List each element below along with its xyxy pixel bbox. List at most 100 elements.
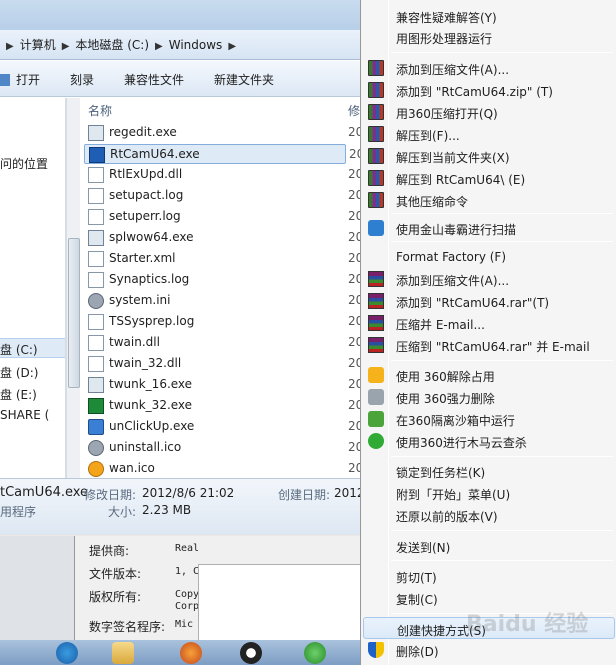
menu-add-to-archive-360[interactable]: 添加到压缩文件(A)... [361,57,616,79]
taskbar-360-icon[interactable] [304,642,326,664]
menu-format-factory[interactable]: Format Factory (F) [361,246,616,268]
menu-separator [391,213,613,214]
ini-icon [88,293,104,309]
file-name: Starter.xml [109,251,176,265]
file-name: RtlExUpd.dll [109,167,183,181]
file-row[interactable]: wan.ico 20 [84,459,361,479]
nav-drive-d[interactable]: 盘 (D:) [0,364,38,381]
compat-files-button[interactable]: 兼容性文件 [124,71,184,88]
file-row[interactable]: setupact.log 20 [84,186,361,206]
kingsoft-icon [368,220,384,236]
menu-extract-here[interactable]: 解压到当前文件夹(X) [361,145,616,167]
file-row[interactable]: RtlExUpd.dll 20 [84,165,361,185]
menu-360-shred[interactable]: 使用 360强力删除 [361,386,616,408]
menu-pin-taskbar[interactable]: 锁定到任务栏(K) [361,460,616,482]
column-date-header[interactable]: 修 [348,102,360,119]
file-row-selected[interactable]: RtCamU64.exe20 [84,144,361,164]
menu-extract-to[interactable]: 解压到(F)... [361,123,616,145]
file-row[interactable]: uninstall.ico 20 [84,438,361,458]
menu-cut[interactable]: 剪切(T) [361,565,616,587]
file-row[interactable]: twunk_32.exe 20 [84,396,361,416]
menu-compress-rar-email[interactable]: 压缩到 "RtCamU64.rar" 并 E-mail [361,334,616,356]
taskbar-qq-icon[interactable] [240,642,262,664]
nav-scrollbar-thumb[interactable] [68,238,80,388]
menu-send-to[interactable]: 发送到(N) [361,535,616,557]
menu-item-label: 添加到压缩文件(A)... [396,63,510,77]
details-modified-label: 修改日期: [84,488,137,502]
menu-extract-to-folder[interactable]: 解压到 RtCamU64\ (E) [361,167,616,189]
menu-item-label: 附到「开始」菜单(U) [396,488,511,502]
menu-compress-email[interactable]: 压缩并 E-mail... [361,312,616,334]
menu-run-with-gpu[interactable]: 用图形处理器运行 [361,26,616,48]
menu-separator [391,360,613,361]
nav-scrollbar[interactable] [66,98,80,478]
address-bar[interactable]: ▶ 计算机 ▶ 本地磁盘 (C:) ▶ Windows ▶ [0,30,361,60]
open-button[interactable]: 打开 [0,71,40,88]
menu-item-label: 在360隔离沙箱中运行 [396,414,515,428]
navigation-pane: 问的位置 盘 (C:) 盘 (D:) 盘 (E:) SHARE ( [0,98,66,478]
file-name: twunk_32.exe [109,398,193,412]
new-folder-button[interactable]: 新建文件夹 [214,71,274,88]
winrar-icon [368,271,384,287]
column-name-header[interactable]: 名称 [88,102,112,119]
file-row[interactable]: TSSysprep.log 20 [84,312,361,332]
taskbar-firefox-icon[interactable] [180,642,202,664]
prop-value-copyright: Copy [175,589,200,600]
menu-add-to-rar[interactable]: 添加到 "RtCamU64.rar"(T) [361,290,616,312]
taskbar-app-icon[interactable] [56,642,78,664]
nav-share[interactable]: SHARE ( [0,408,49,422]
menu-item-label: 解压到(F)... [396,129,460,143]
file-row[interactable]: regedit.exe 20 [84,123,361,143]
file-name: RtCamU64.exe [110,147,200,161]
burn-button[interactable]: 刻录 [70,71,94,88]
dll-icon [88,167,104,183]
prop-label-file-version: 文件版本: [89,567,142,581]
file-row[interactable]: Synaptics.log 20 [84,270,361,290]
menu-restore-previous[interactable]: 还原以前的版本(V) [361,504,616,526]
menu-item-label: 压缩并 E-mail... [396,318,485,332]
breadcrumb-windows[interactable]: Windows [169,38,223,52]
file-name: system.ini [109,293,171,307]
taskbar-folder-icon[interactable] [112,642,134,664]
menu-separator [391,530,613,531]
context-menu: 兼容性疑难解答(Y) 用图形处理器运行 添加到压缩文件(A)... 添加到 "R… [360,0,616,665]
file-row[interactable]: system.ini 20 [84,291,361,311]
file-row[interactable]: setuperr.log 20 [84,207,361,227]
log-icon [88,188,104,204]
menu-delete[interactable]: 删除(D) [361,639,616,661]
file-row[interactable]: twain_32.dll 20 [84,354,361,374]
explorer-window: ▶ 计算机 ▶ 本地磁盘 (C:) ▶ Windows ▶ 打开 刻录 兼容性文件 新建文件… [0,0,362,535]
file-row[interactable]: Starter.xml 20 [84,249,361,269]
nav-drive-c[interactable]: 盘 (C:) [0,338,65,358]
menu-360-sandbox[interactable]: 在360隔离沙箱中运行 [361,408,616,430]
nav-drive-e[interactable]: 盘 (E:) [0,386,37,403]
menu-item-label: 使用 360强力删除 [396,392,495,406]
nav-recent-places[interactable]: 问的位置 [0,155,48,172]
window-title-band [0,0,361,30]
breadcrumb-drive-c[interactable]: 本地磁盘 (C:) [75,38,149,52]
menu-kingsoft-scan[interactable]: 使用金山毒霸进行扫描 [361,217,616,239]
menu-pin-start[interactable]: 附到「开始」菜单(U) [361,482,616,504]
exe-icon [88,377,104,393]
menu-360-trojan-scan[interactable]: 使用360进行木马云查杀 [361,430,616,452]
taskbar [0,640,362,665]
file-row[interactable]: twain.dll 20 [84,333,361,353]
menu-add-to-zip[interactable]: 添加到 "RtCamU64.zip" (T) [361,79,616,101]
file-row[interactable]: twunk_16.exe 20 [84,375,361,395]
menu-item-label: 解压到当前文件夹(X) [396,151,510,165]
menu-360-unlock[interactable]: 使用 360解除占用 [361,364,616,386]
archive-books-icon [368,148,384,164]
menu-item-label: 使用金山毒霸进行扫描 [396,223,517,237]
file-row[interactable]: unClickUp.exe 20 [84,417,361,437]
menu-add-to-archive-rar[interactable]: 添加到压缩文件(A)... [361,268,616,290]
menu-open-with-360zip[interactable]: 用360压缩打开(Q) [361,101,616,123]
file-row[interactable]: splwow64.exe 20 [84,228,361,248]
menu-other-compress[interactable]: 其他压缩命令 [361,189,616,211]
command-bar: 打开 刻录 兼容性文件 新建文件夹 [0,61,361,97]
menu-compat-troubleshoot[interactable]: 兼容性疑难解答(Y) [361,5,616,27]
prop-value-file-version: 1, C [175,566,200,577]
unclickup-icon [88,419,104,435]
winrar-icon [368,315,384,331]
breadcrumb-computer[interactable]: 计算机 [20,38,56,52]
file-name: twain.dll [109,335,160,349]
